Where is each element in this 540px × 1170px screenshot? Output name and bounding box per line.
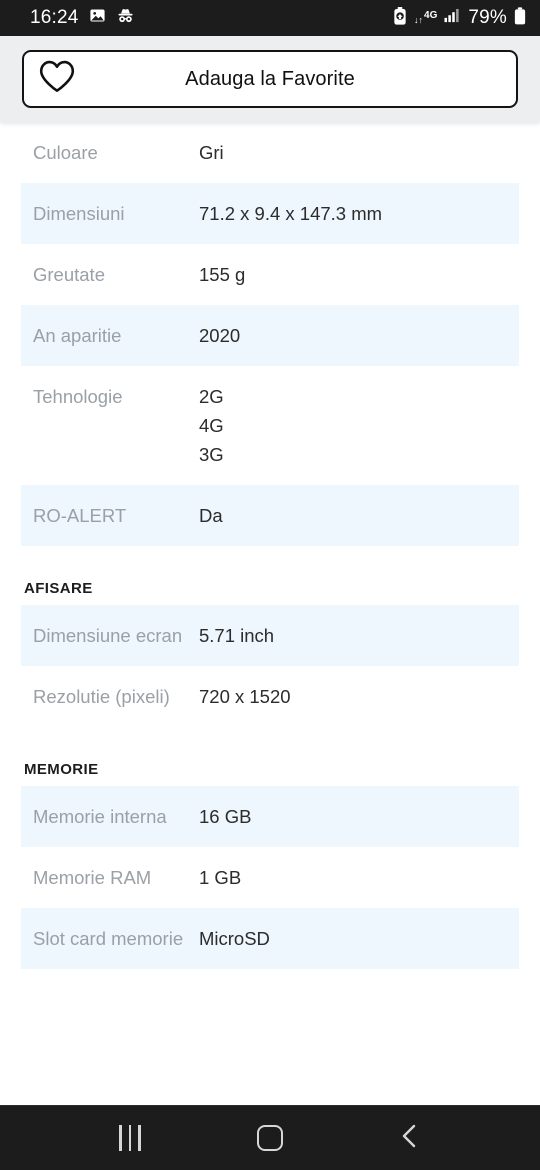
spec-label: Tehnologie bbox=[33, 386, 123, 407]
spec-content: Culoare Gri Dimensiuni 71.2 x 9.4 x 147.… bbox=[0, 122, 540, 969]
battery-saver-icon bbox=[393, 6, 407, 30]
section-title-afisare: AFISARE bbox=[24, 580, 93, 597]
spec-value: 2G 4G 3G bbox=[199, 386, 224, 465]
favorite-header-bar: Adauga la Favorite bbox=[0, 36, 540, 122]
signal-bars-icon bbox=[444, 8, 461, 28]
spec-section-afisare: Dimensiune ecran 5.71 inch Rezolutie (pi… bbox=[21, 605, 519, 727]
spec-label: Rezolutie (pixeli) bbox=[33, 686, 170, 707]
network-arrows-icon: ↓↑ bbox=[414, 15, 424, 25]
table-row: Culoare Gri bbox=[21, 122, 519, 183]
home-icon bbox=[257, 1125, 283, 1151]
table-row: Memorie interna 16 GB bbox=[21, 786, 519, 847]
spec-label: Slot card memorie bbox=[33, 928, 184, 949]
table-row: Tehnologie 2G 4G 3G bbox=[21, 366, 519, 485]
status-bar: 16:24 ↓↑ 4G 79% bbox=[0, 0, 540, 36]
heart-outline-icon bbox=[38, 60, 76, 99]
add-to-favorites-button[interactable]: Adauga la Favorite bbox=[22, 50, 518, 108]
spec-section-memorie: Memorie interna 16 GB Memorie RAM 1 GB S… bbox=[21, 786, 519, 969]
status-bar-right: ↓↑ 4G 79% bbox=[393, 6, 526, 30]
network-type-label: 4G bbox=[424, 10, 438, 21]
battery-percent-label: 79% bbox=[468, 7, 507, 28]
android-navigation-bar bbox=[0, 1105, 540, 1170]
add-to-favorites-label: Adauga la Favorite bbox=[185, 67, 355, 90]
table-row: RO-ALERT Da bbox=[21, 485, 519, 546]
back-button[interactable] bbox=[375, 1115, 445, 1161]
image-icon bbox=[89, 7, 106, 29]
spec-label: Greutate bbox=[33, 264, 105, 285]
spec-label: An aparitie bbox=[33, 325, 122, 346]
spec-label: Memorie RAM bbox=[33, 867, 152, 888]
table-row: Greutate 155 g bbox=[21, 244, 519, 305]
spec-value: Gri bbox=[199, 142, 224, 163]
spec-value: Da bbox=[199, 505, 223, 526]
recents-icon bbox=[119, 1125, 141, 1151]
network-type-indicator: ↓↑ 4G bbox=[414, 10, 438, 26]
spec-value: 16 GB bbox=[199, 806, 252, 827]
spec-section-general: Culoare Gri Dimensiuni 71.2 x 9.4 x 147.… bbox=[21, 122, 519, 546]
status-bar-left: 16:24 bbox=[30, 7, 135, 29]
spec-value: MicroSD bbox=[199, 928, 270, 949]
spec-label: Dimensiuni bbox=[33, 203, 125, 224]
spec-value: 155 g bbox=[199, 264, 246, 285]
table-row: Dimensiuni 71.2 x 9.4 x 147.3 mm bbox=[21, 183, 519, 244]
table-row: Slot card memorie MicroSD bbox=[21, 908, 519, 969]
spec-label: Dimensiune ecran bbox=[33, 625, 183, 646]
status-clock: 16:24 bbox=[30, 7, 79, 28]
recents-button[interactable] bbox=[95, 1115, 165, 1161]
spec-value: 71.2 x 9.4 x 147.3 mm bbox=[199, 203, 383, 224]
spec-label: Memorie interna bbox=[33, 806, 167, 827]
battery-icon bbox=[514, 6, 526, 30]
spec-label: RO-ALERT bbox=[33, 505, 127, 526]
spec-label: Culoare bbox=[33, 142, 98, 163]
spec-value: 720 x 1520 bbox=[199, 686, 291, 707]
spec-value: 2020 bbox=[199, 325, 241, 346]
table-row: Memorie RAM 1 GB bbox=[21, 847, 519, 908]
section-title-memorie: MEMORIE bbox=[24, 761, 99, 778]
table-row: An aparitie 2020 bbox=[21, 305, 519, 366]
back-icon bbox=[397, 1122, 423, 1155]
spec-value: 1 GB bbox=[199, 867, 242, 888]
table-row: Rezolutie (pixeli) 720 x 1520 bbox=[21, 666, 519, 727]
table-row: Dimensiune ecran 5.71 inch bbox=[21, 605, 519, 666]
incognito-icon bbox=[116, 7, 135, 29]
spec-value: 5.71 inch bbox=[199, 625, 275, 646]
home-button[interactable] bbox=[235, 1115, 305, 1161]
